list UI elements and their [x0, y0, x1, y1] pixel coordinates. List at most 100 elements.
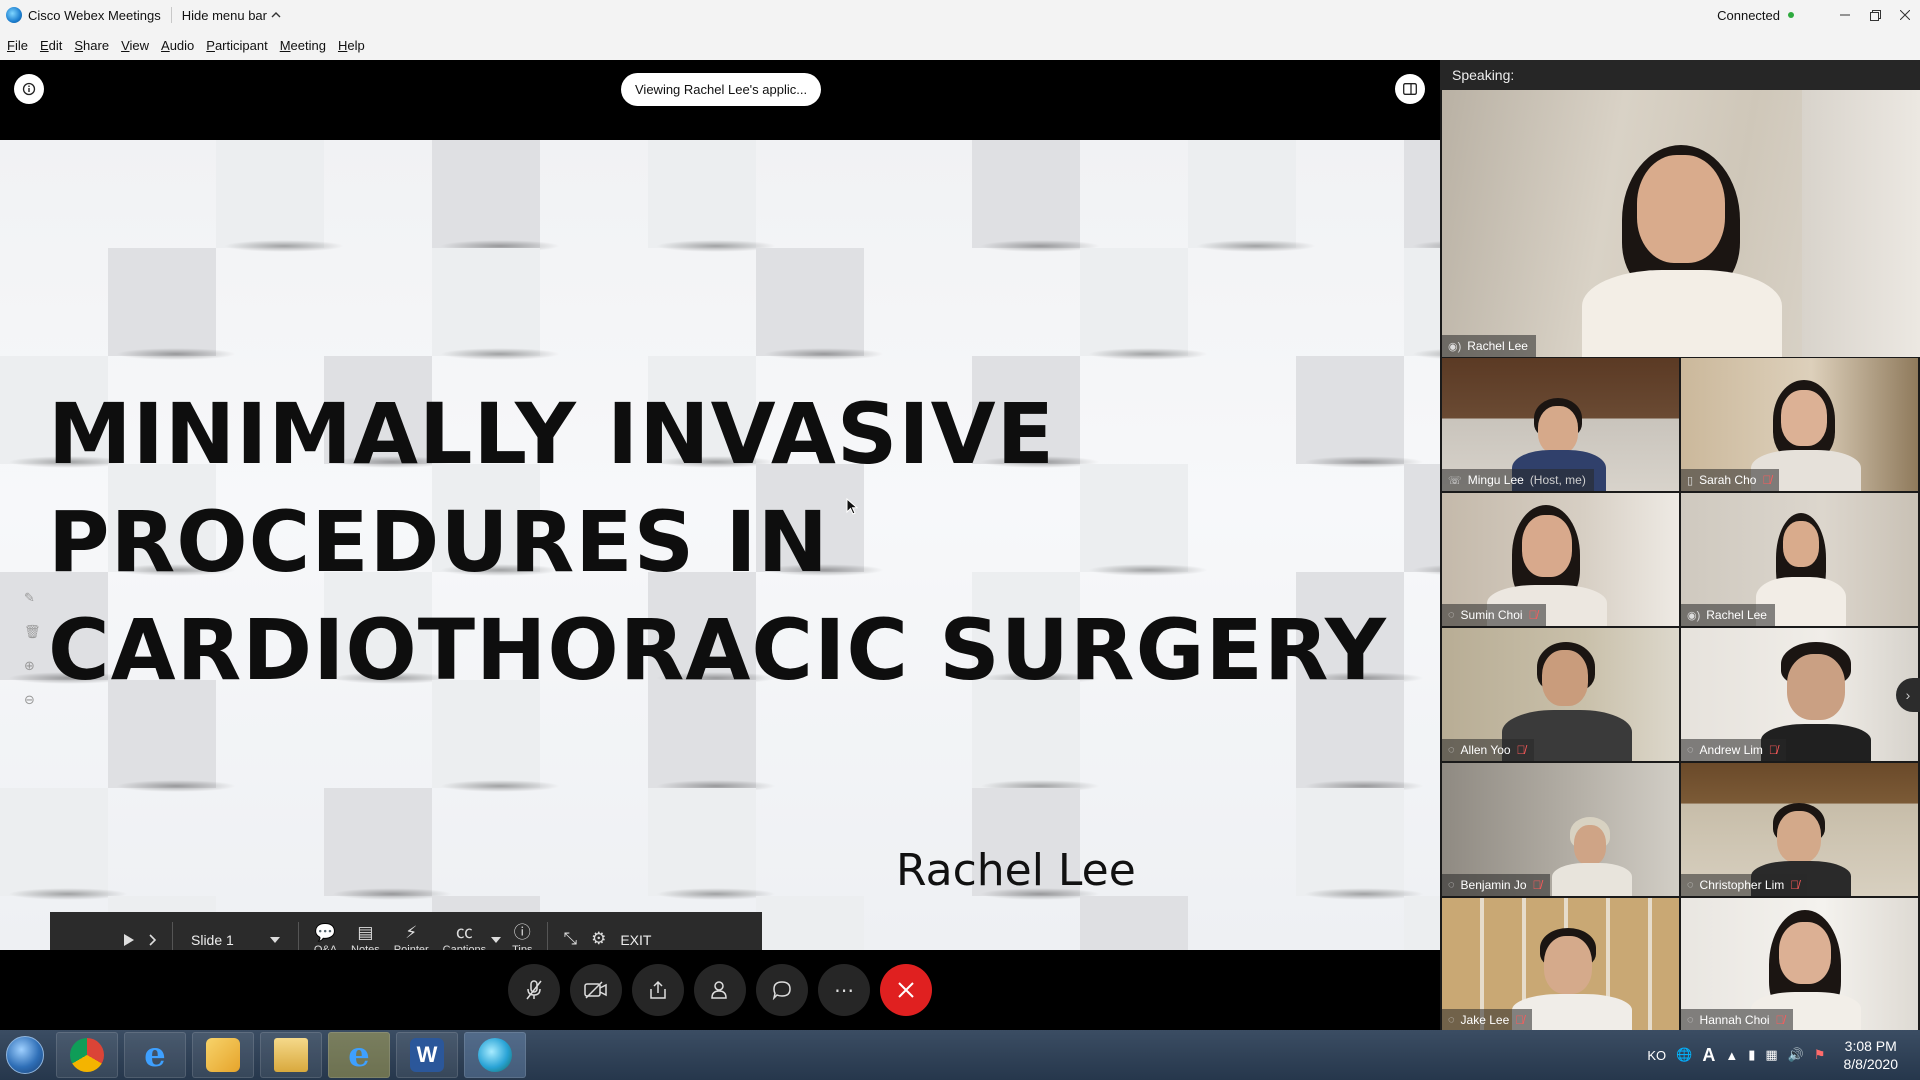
language-indicator[interactable]: KO: [1647, 1048, 1666, 1063]
participant-name: Sumin Choi: [1460, 608, 1523, 622]
participant-face: [1787, 654, 1845, 720]
participant-tile[interactable]: ◌ Allen Yoo 🎙̸: [1442, 628, 1679, 761]
minimize-button[interactable]: [1830, 0, 1860, 30]
erase-icon[interactable]: 🗑: [24, 624, 41, 640]
presentation-slide: MINIMALLY INVASIVE PROCEDURES IN CARDIOT…: [0, 140, 1440, 950]
chat-button[interactable]: [756, 964, 808, 1016]
hide-menu-bar-button[interactable]: Hide menu bar: [182, 8, 281, 23]
background-tile: [648, 788, 756, 896]
tile-shadow: [1196, 240, 1316, 252]
menu-view[interactable]: View: [116, 38, 154, 53]
participant-face: [1544, 936, 1592, 994]
speaking-icon: ◉): [1448, 340, 1462, 353]
share-button[interactable]: [632, 964, 684, 1016]
viewing-indicator[interactable]: Viewing Rachel Lee's applic...: [621, 73, 822, 106]
participant-tile[interactable]: ◌ Hannah Choi 🎙̸: [1681, 898, 1918, 1031]
participant-tile[interactable]: ◌ Sumin Choi 🎙̸: [1442, 493, 1679, 626]
mic-muted-icon: 🎙̸: [1528, 608, 1538, 622]
menu-edit[interactable]: Edit: [35, 38, 67, 53]
taskbar-internet-explorer-2[interactable]: e: [328, 1032, 390, 1078]
tile-shadow: [440, 780, 560, 792]
menu-audio[interactable]: Audio: [156, 38, 199, 53]
clock-date: 8/8/2020: [1843, 1056, 1899, 1072]
layout-toggle-button[interactable]: [1395, 74, 1425, 104]
participants-button[interactable]: [694, 964, 746, 1016]
clock-time: 3:08 PM: [1844, 1038, 1897, 1054]
annotation-side-tools: ✎ 🗑 ⊕ ⊖: [24, 590, 41, 708]
participant-tile[interactable]: ◉) Rachel Lee: [1681, 493, 1918, 626]
participant-tile[interactable]: ◌ Andrew Lim 🎙̸: [1681, 628, 1918, 761]
leave-meeting-button[interactable]: [880, 964, 932, 1016]
caret-down-icon: [269, 937, 280, 943]
stop-video-button[interactable]: [570, 964, 622, 1016]
title-divider: [170, 7, 172, 23]
menu-file[interactable]: File: [2, 38, 33, 53]
taskbar-word[interactable]: W: [396, 1032, 458, 1078]
video-off-icon: [584, 981, 607, 999]
share-icon: [650, 980, 666, 999]
input-mode-icon[interactable]: A: [1702, 1045, 1715, 1066]
participant-name: Mingu Lee: [1467, 473, 1524, 487]
participant-tile[interactable]: ◌ Benjamin Jo 🎙̸: [1442, 763, 1679, 896]
ime-icon[interactable]: 🌐: [1676, 1047, 1692, 1063]
participant-namebar: ☏ Mingu Lee (Host, me): [1442, 469, 1594, 491]
outlook-icon: [206, 1038, 240, 1072]
volume-icon[interactable]: 🔊: [1788, 1047, 1804, 1063]
participant-namebar: ◌ Andrew Lim 🎙̸: [1681, 739, 1786, 761]
slide-author: Rachel Lee: [896, 845, 1136, 896]
menu-share[interactable]: Share: [69, 38, 114, 53]
background-tile: [756, 896, 864, 950]
show-hidden-icons-icon[interactable]: ▲: [1725, 1048, 1738, 1063]
close-window-button[interactable]: [1890, 0, 1920, 30]
battery-icon[interactable]: ▮: [1748, 1047, 1755, 1063]
participant-name: Andrew Lim: [1699, 743, 1763, 757]
menu-help[interactable]: Help: [333, 38, 370, 53]
menu-meeting[interactable]: Meeting: [275, 38, 331, 53]
menu-participant[interactable]: Participant: [201, 38, 272, 53]
action-center-icon[interactable]: ⚑: [1814, 1047, 1826, 1063]
captions-caret-icon[interactable]: [491, 937, 502, 943]
participant-body: [1552, 863, 1632, 896]
mute-button[interactable]: [508, 964, 560, 1016]
taskbar-clock[interactable]: 3:08 PM 8/8/2020: [1844, 1037, 1899, 1073]
background-tile: [432, 248, 540, 356]
taskbar-outlook[interactable]: [192, 1032, 254, 1078]
webex-logo-icon: [6, 7, 22, 23]
taskbar-file-explorer[interactable]: [260, 1032, 322, 1078]
qa-icon: 💬: [314, 923, 337, 942]
mic-muted-icon: 🎙̸: [1762, 473, 1772, 487]
background-tile: [216, 140, 324, 248]
taskbar-chrome[interactable]: [56, 1032, 118, 1078]
participant-namebar: ◌ Benjamin Jo 🎙̸: [1442, 874, 1550, 896]
annotate-icon[interactable]: ✎: [24, 590, 41, 606]
taskbar-webex[interactable]: [464, 1032, 526, 1078]
meeting-info-button[interactable]: [14, 74, 44, 104]
door-background: [1802, 90, 1920, 357]
background-tile: [756, 248, 864, 356]
speaker-face: [1637, 155, 1725, 263]
slide-selector-dropdown[interactable]: Slide 1: [181, 932, 290, 948]
participant-face: [1777, 811, 1821, 863]
restore-button[interactable]: [1860, 0, 1890, 30]
participant-tile[interactable]: ◌ Jake Lee 🎙̸: [1442, 898, 1679, 1031]
active-speaker-video[interactable]: ◉) Rachel Lee: [1442, 90, 1920, 357]
more-options-button[interactable]: ⋯: [818, 964, 870, 1016]
background-tile: [1404, 248, 1440, 356]
participant-namebar: ◉) Rachel Lee: [1681, 604, 1775, 626]
window-title: Cisco Webex Meetings: [28, 7, 161, 23]
notes-icon: ▤: [357, 923, 374, 942]
participant-tile[interactable]: ☏ Mingu Lee (Host, me): [1442, 358, 1679, 491]
start-button[interactable]: [0, 1030, 50, 1080]
windows-taskbar: e e W KO 🌐 A ▲ ▮ ▦ 🔊 ⚑ 3:08 PM 8/8/2020: [0, 1030, 1920, 1080]
zoom-in-icon[interactable]: ⊕: [24, 658, 41, 674]
participant-face: [1522, 515, 1572, 577]
zoom-out-icon[interactable]: ⊖: [24, 692, 41, 708]
taskbar-internet-explorer[interactable]: e: [124, 1032, 186, 1078]
windows-logo-icon: [6, 1036, 44, 1074]
mic-muted-icon: 🎙̸: [1790, 878, 1800, 892]
network-icon[interactable]: ▦: [1765, 1047, 1777, 1063]
info-icon: [22, 82, 36, 96]
participant-tile[interactable]: ▯ Sarah Cho 🎙̸: [1681, 358, 1918, 491]
participant-tile[interactable]: ◌ Christopher Lim 🎙̸: [1681, 763, 1918, 896]
captions-icon: ㏄: [455, 923, 473, 942]
